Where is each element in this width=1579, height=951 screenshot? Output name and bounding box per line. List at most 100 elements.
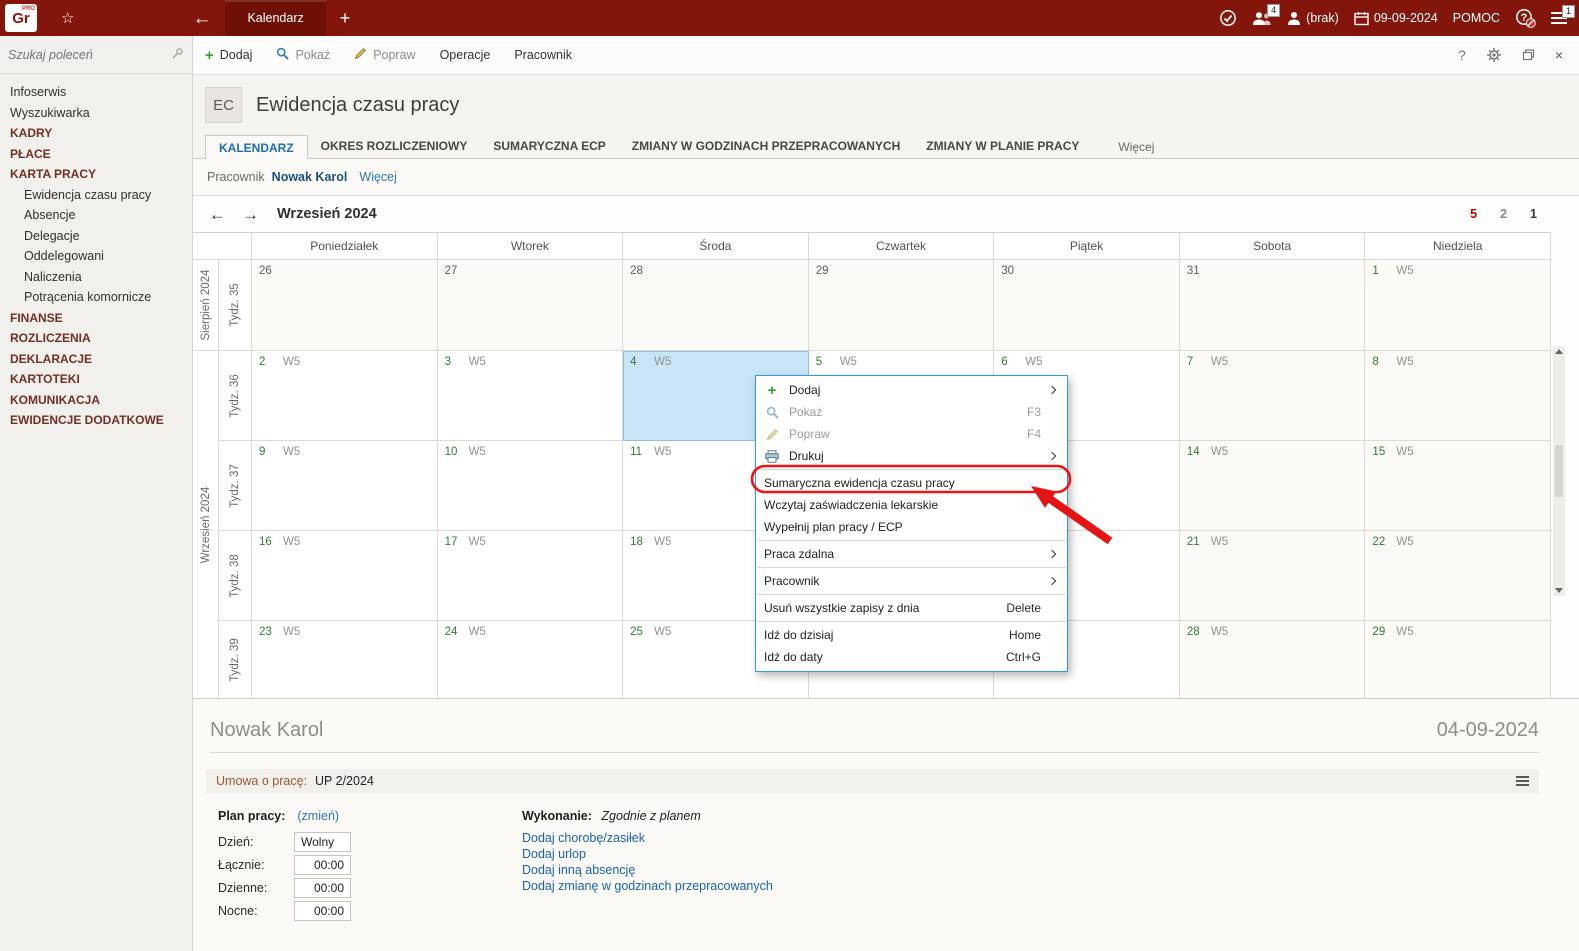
sidebar-item-rozliczenia[interactable]: ROZLICZENIA (0, 328, 192, 349)
contract-menu-icon[interactable] (1516, 776, 1529, 786)
sidebar-item-delegacje[interactable]: Delegacje (0, 226, 192, 247)
day-cell-8[interactable]: 8W5 (1365, 351, 1551, 441)
plan-row-value[interactable]: Wolny (294, 832, 351, 852)
plan-row-value[interactable]: 00:00 (294, 855, 351, 875)
sidebar-item-potrącenia-komornicze[interactable]: Potrącenia komornicze (0, 287, 192, 308)
day-cell-2[interactable]: 2W5 (252, 351, 438, 441)
employee-more-link[interactable]: Więcej (359, 170, 397, 184)
toolbar-button-pokaż[interactable]: Pokaż (276, 47, 330, 63)
day-cell-29[interactable]: 29W5 (1365, 621, 1551, 699)
day-cell-17[interactable]: 17W5 (438, 531, 624, 621)
link-dodaj-zmianę-w-godzinach-przepracowanych[interactable]: Dodaj zmianę w godzinach przepracowanych (522, 878, 773, 894)
day-cell-prev-30[interactable]: 30 (994, 260, 1180, 351)
menu-item-praca-zdalna[interactable]: Praca zdalna (756, 543, 1067, 565)
tab-zmiany-w-planie-pracy[interactable]: ZMIANY W PLANIE PRACY (913, 134, 1092, 158)
plan-row-value[interactable]: 00:00 (294, 878, 351, 898)
menu-item-wczytaj-zaświadczenia-lekarskie[interactable]: Wczytaj zaświadczenia lekarskie (756, 494, 1067, 516)
tab-sumaryczna-ecp[interactable]: SUMARYCZNA ECP (480, 134, 618, 158)
day-cell-15[interactable]: 15W5 (1365, 441, 1551, 531)
sidebar-item-finanse[interactable]: FINANSE (0, 308, 192, 329)
search-input[interactable] (8, 48, 171, 62)
menu-item-sumaryczna-ewidencja-czasu-pracy[interactable]: Sumaryczna ewidencja czasu pracy (756, 472, 1067, 494)
day-cell-prev-28[interactable]: 28 (623, 260, 809, 351)
day-cell-prev-29[interactable]: 29 (809, 260, 995, 351)
menu-item-usuń-wszystkie-zapisy-z-dnia[interactable]: Usuń wszystkie zapisy z dniaDelete (756, 597, 1067, 619)
toolbar-button-pracownik[interactable]: Pracownik (514, 48, 572, 62)
calendar-scrollbar[interactable] (1553, 346, 1565, 596)
next-month-icon[interactable]: → (242, 206, 259, 223)
sidebar-item-wyszukiwarka[interactable]: Wyszukiwarka (0, 103, 192, 124)
day-cell-28[interactable]: 28W5 (1180, 621, 1366, 699)
help-icon[interactable]: ? (1458, 47, 1466, 63)
sidebar-item-naliczenia[interactable]: Naliczenia (0, 267, 192, 288)
day-cell-16[interactable]: 16W5 (252, 531, 438, 621)
menu-item-idź-do-daty[interactable]: Idź do datyCtrl+G (756, 646, 1067, 668)
link-dodaj-inną-absencję[interactable]: Dodaj inną absencję (522, 862, 773, 878)
day-cell-23[interactable]: 23W5 (252, 621, 438, 699)
users-icon[interactable]: 4 (1252, 11, 1272, 26)
day-cell-24[interactable]: 24W5 (438, 621, 624, 699)
toolbar-button-operacje[interactable]: Operacje (440, 48, 491, 62)
link-dodaj-chorobę-zasiłek[interactable]: Dodaj chorobę/zasiłek (522, 830, 773, 846)
new-tab-icon[interactable]: + (340, 8, 351, 29)
toolbar-button-dodaj[interactable]: +Dodaj (205, 48, 252, 63)
back-arrow-icon[interactable]: ← (192, 9, 211, 28)
plan-change-link[interactable]: (zmień) (297, 809, 339, 823)
sidebar-item-komunikacja[interactable]: KOMUNIKACJA (0, 390, 192, 411)
command-search[interactable] (0, 36, 192, 74)
day-cell-14[interactable]: 14W5 (1180, 441, 1366, 531)
menu-item-popraw[interactable]: PoprawF4 (756, 423, 1067, 445)
menu-item-dodaj[interactable]: +Dodaj (756, 379, 1067, 401)
sidebar-item-deklaracje[interactable]: DEKLARACJE (0, 349, 192, 370)
day-cell-3[interactable]: 3W5 (438, 351, 624, 441)
day-cell-prev-26[interactable]: 26 (252, 260, 438, 351)
hamburger-menu-icon[interactable]: 1 (1551, 12, 1567, 24)
menu-item-wypełnij-plan-pracy-ecp[interactable]: Wypełnij plan pracy / ECP (756, 516, 1067, 538)
sidebar-item-ewidencja-czasu-pracy[interactable]: Ewidencja czasu pracy (0, 185, 192, 206)
day-cell-22[interactable]: 22W5 (1365, 531, 1551, 621)
employee-name-link[interactable]: Nowak Karol (272, 170, 348, 184)
tab-okres-rozliczeniowy[interactable]: OKRES ROZLICZENIOWY (308, 134, 481, 158)
day-cell-21[interactable]: 21W5 (1180, 531, 1366, 621)
day-cell-prev-31[interactable]: 31 (1180, 260, 1366, 351)
menu-item-drukuj[interactable]: Drukuj (756, 445, 1067, 467)
day-cell-1[interactable]: 1W5 (1365, 260, 1551, 351)
sidebar-item-ewidencje-dodatkowe[interactable]: EWIDENCJE DODATKOWE (0, 410, 192, 431)
sidebar-item-kadry[interactable]: KADRY (0, 123, 192, 144)
menu-item-pracownik[interactable]: Pracownik (756, 570, 1067, 592)
tab-zmiany-w-godzinach-przepracowanych[interactable]: ZMIANY W GODZINACH PRZEPRACOWANYCH (619, 134, 913, 158)
sidebar-item-karta-pracy[interactable]: KARTA PRACY (0, 164, 192, 185)
menu-item-idź-do-dzisiaj[interactable]: Idź do dzisiajHome (756, 624, 1067, 646)
gear-icon[interactable] (1486, 47, 1502, 63)
sidebar-item-oddelegowani[interactable]: Oddelegowani (0, 246, 192, 267)
tabs-more-link[interactable]: Więcej (1118, 140, 1154, 154)
date-indicator[interactable]: 09-09-2024 (1354, 11, 1438, 26)
sidebar-item-infoserwis[interactable]: Infoserwis (0, 82, 192, 103)
pin-icon[interactable] (171, 47, 184, 63)
scroll-down-icon[interactable] (1555, 588, 1563, 593)
check-circle-icon[interactable] (1219, 9, 1237, 27)
scrollbar-thumb[interactable] (1555, 445, 1563, 497)
link-dodaj-urlop[interactable]: Dodaj urlop (522, 846, 773, 862)
app-logo[interactable]: Gr PRO (5, 4, 37, 32)
help-status-icon[interactable]: ? (1515, 8, 1536, 28)
day-cell-9[interactable]: 9W5 (252, 441, 438, 531)
tab-kalendarz[interactable]: KALENDARZ (205, 135, 308, 159)
scroll-up-icon[interactable] (1555, 349, 1563, 354)
favorites-star-icon[interactable]: ☆ (61, 9, 74, 27)
day-cell-7[interactable]: 7W5 (1180, 351, 1366, 441)
day-cell-10[interactable]: 10W5 (438, 441, 624, 531)
menu-item-pokaż[interactable]: PokażF3 (756, 401, 1067, 423)
sidebar-item-płace[interactable]: PŁACE (0, 144, 192, 165)
toolbar-button-popraw[interactable]: Popraw (354, 47, 415, 63)
restore-window-icon[interactable] (1522, 49, 1535, 61)
account-indicator[interactable]: (brak) (1287, 11, 1339, 26)
close-icon[interactable]: × (1555, 47, 1563, 63)
sidebar-item-absencje[interactable]: Absencje (0, 205, 192, 226)
titlebar-tab-kalendarz[interactable]: Kalendarz (225, 0, 325, 36)
sidebar-item-kartoteki[interactable]: KARTOTEKI (0, 369, 192, 390)
plan-row-value[interactable]: 00:00 (294, 901, 351, 921)
day-cell-prev-27[interactable]: 27 (438, 260, 624, 351)
prev-month-icon[interactable]: ← (209, 206, 226, 223)
help-menu[interactable]: POMOC (1453, 11, 1500, 25)
